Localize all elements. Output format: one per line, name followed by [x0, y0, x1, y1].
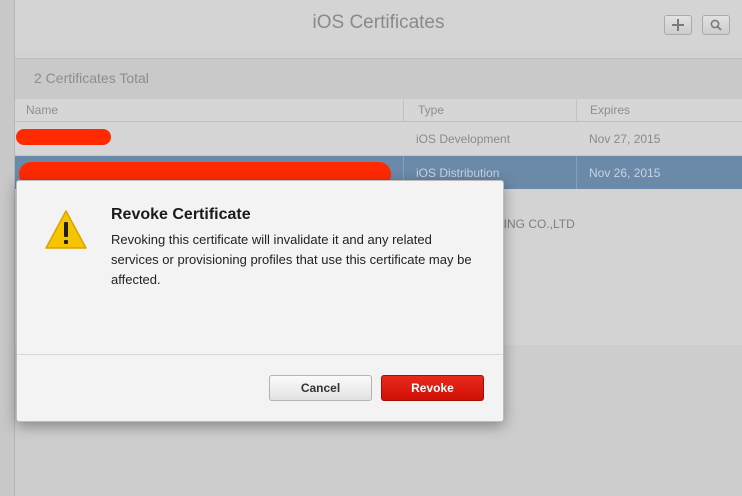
dialog-message: Revoking this certificate will invalidat… — [111, 232, 472, 287]
certificate-type: iOS Development — [416, 132, 511, 146]
sidebar-edge — [0, 0, 15, 496]
certificate-expires: Nov 26, 2015 — [589, 166, 661, 180]
redacted-name — [16, 129, 111, 145]
warning-icon — [45, 210, 87, 249]
certificate-type: iOS Distribution — [416, 166, 500, 180]
search-icon — [710, 19, 722, 31]
summary-bar: 2 Certificates Total — [15, 58, 742, 99]
page-title: iOS Certificates — [312, 12, 445, 33]
certificate-expires: Nov 27, 2015 — [589, 132, 661, 146]
column-header-name[interactable]: Name — [26, 103, 58, 117]
cancel-button[interactable]: Cancel — [269, 375, 372, 401]
column-header-expires[interactable]: Expires — [590, 103, 630, 117]
search-button[interactable] — [702, 15, 730, 35]
revoke-button[interactable]: Revoke — [381, 375, 484, 401]
column-divider — [576, 99, 577, 121]
revoke-dialog: Revoke Certificate Revoking this certifi… — [16, 180, 504, 422]
column-divider — [403, 99, 404, 121]
column-header-type[interactable]: Type — [418, 103, 444, 117]
certificate-count: 2 Certificates Total — [34, 70, 149, 86]
add-certificate-button[interactable] — [664, 15, 692, 35]
plus-icon — [672, 19, 684, 31]
table-header: Name Type Expires — [15, 99, 742, 122]
dialog-divider — [17, 354, 503, 355]
column-divider — [576, 156, 577, 189]
table-row[interactable]: iOS Development Nov 27, 2015 — [15, 122, 742, 156]
dialog-title: Revoke Certificate — [111, 206, 251, 223]
title-bar: iOS Certificates — [15, 0, 742, 50]
